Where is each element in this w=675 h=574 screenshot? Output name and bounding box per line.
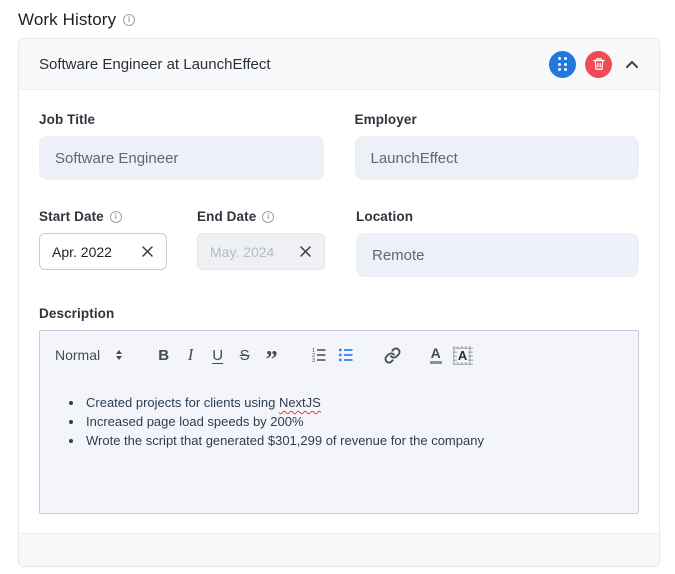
link-icon [384, 347, 401, 363]
text-color-button[interactable]: A [422, 343, 449, 367]
location-label: Location [356, 209, 414, 224]
blockquote-button[interactable]: ” [258, 343, 285, 372]
format-dropdown[interactable]: Normal [55, 347, 123, 363]
row-title-employer: Job Title Employer [39, 112, 639, 180]
description-label: Description [39, 306, 115, 321]
start-date-label-text: Start Date [39, 209, 104, 224]
job-title-input[interactable] [39, 136, 324, 180]
work-history-page: Work History Software Engineer at Launch… [0, 0, 675, 574]
format-dropdown-value: Normal [55, 347, 101, 363]
card-header-actions [549, 50, 639, 78]
end-date-field-group: End Date [197, 209, 325, 277]
bullet-list-icon [338, 348, 353, 362]
background-color-button[interactable]: A [449, 343, 476, 367]
info-icon[interactable] [123, 14, 136, 26]
strikethrough-button[interactable]: S [231, 343, 258, 367]
description-bullet-item: Wrote the script that generated $301,299… [84, 431, 623, 450]
ordered-list-button[interactable]: 1 2 3 [305, 343, 332, 367]
bold-button[interactable]: B [150, 343, 177, 367]
delete-entry-button[interactable] [585, 50, 612, 78]
bullet-list-button[interactable] [332, 343, 359, 367]
end-date-label-text: End Date [197, 209, 257, 224]
chevron-up-icon [626, 60, 638, 68]
description-field-group: Description Normal B I U S ” 1 2 3 A A •… [39, 306, 639, 514]
collapse-button[interactable] [625, 60, 639, 69]
start-date-box [39, 233, 167, 270]
employer-input[interactable] [354, 136, 639, 180]
description-editor: Normal B I U S ” 1 2 3 A A • Created pro… [39, 330, 639, 514]
card-header-title: Software Engineer at LaunchEffect [39, 55, 271, 73]
start-date-field-group: Start Date [39, 209, 167, 277]
page-title-row: Work History [18, 10, 136, 30]
underline-button[interactable]: U [204, 343, 231, 367]
dropdown-arrows-icon [116, 350, 123, 360]
italic-button[interactable]: I [177, 343, 204, 367]
end-date-input[interactable] [210, 243, 297, 260]
background-color-a-icon: A [452, 345, 473, 365]
employer-field-group: Employer [354, 112, 639, 180]
drag-handle-dots-icon [558, 57, 567, 71]
text-color-a-icon: A [429, 346, 442, 364]
start-date-input[interactable] [52, 243, 139, 260]
dates-group: Start Date End Date [39, 209, 325, 277]
editor-content[interactable]: Created projects for clients using NextJ… [40, 375, 638, 513]
drag-handle-button[interactable] [549, 50, 576, 78]
svg-text:3: 3 [312, 358, 315, 364]
description-bullet-list: Created projects for clients using NextJ… [55, 393, 623, 450]
row-dates-location: Start Date End Date [39, 209, 639, 277]
work-history-card: Software Engineer at LaunchEffect Job Ti… [18, 38, 660, 567]
description-bullet-item: Increased page load speeds by 200% [84, 412, 623, 431]
trash-icon [592, 58, 605, 70]
end-date-box [197, 233, 325, 270]
editor-toolbar: Normal B I U S ” 1 2 3 A A [40, 331, 638, 375]
end-date-clear-button[interactable] [297, 243, 314, 260]
ordered-list-icon: 1 2 3 [312, 348, 326, 364]
x-icon [300, 246, 311, 257]
job-title-label: Job Title [39, 112, 96, 127]
x-icon [142, 246, 153, 257]
link-button[interactable] [379, 343, 406, 367]
misspelled-word: NextJS [278, 395, 321, 410]
description-bullet-item: Created projects for clients using NextJ… [84, 393, 623, 412]
card-footer [19, 533, 659, 566]
job-title-field-group: Job Title [39, 112, 324, 180]
card-body: Job Title Employer Start Date [19, 90, 659, 533]
end-date-label: End Date [197, 209, 325, 224]
page-title: Work History [18, 10, 117, 29]
employer-label: Employer [354, 112, 417, 127]
info-icon[interactable] [109, 210, 122, 223]
start-date-label: Start Date [39, 209, 167, 224]
card-header: Software Engineer at LaunchEffect [19, 39, 659, 90]
start-date-clear-button[interactable] [139, 243, 156, 260]
info-icon[interactable] [262, 210, 275, 223]
location-field-group: Location [356, 209, 639, 277]
location-input[interactable] [356, 233, 639, 277]
